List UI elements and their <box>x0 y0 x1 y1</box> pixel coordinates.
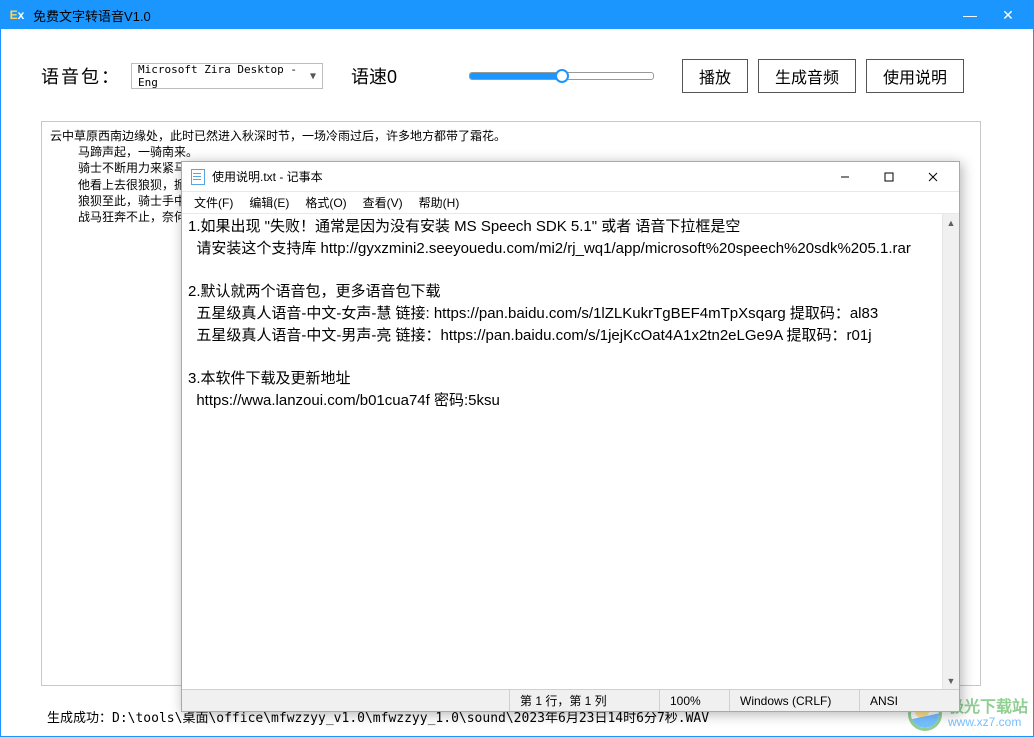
menu-view[interactable]: 查看(V) <box>355 192 411 213</box>
slider-thumb[interactable] <box>555 69 569 83</box>
status-zoom: 100% <box>659 690 729 711</box>
text-line: 马蹄声起，一骑南来。 <box>50 144 972 160</box>
scroll-up-arrow-icon[interactable]: ▲ <box>943 214 959 231</box>
voice-select[interactable]: Microsoft Zira Desktop - Eng ▼ <box>131 63 323 89</box>
notepad-window[interactable]: 使用说明.txt - 记事本 文件(F) 编辑(E) 格式(O) 查看(V) 帮… <box>181 161 960 712</box>
app-logo-icon: Ex <box>7 5 27 25</box>
notepad-title: 使用说明.txt - 记事本 <box>212 168 823 185</box>
main-titlebar[interactable]: Ex 免费文字转语音V1.0 — ✕ <box>1 1 1033 29</box>
menu-edit[interactable]: 编辑(E) <box>241 192 297 213</box>
notepad-maximize-button[interactable] <box>867 163 911 191</box>
notepad-menubar: 文件(F) 编辑(E) 格式(O) 查看(V) 帮助(H) <box>182 192 959 214</box>
generate-audio-button[interactable]: 生成音频 <box>758 59 856 93</box>
voice-select-value: Microsoft Zira Desktop - Eng <box>138 63 310 89</box>
minimize-button[interactable]: — <box>955 4 985 26</box>
notepad-vertical-scrollbar[interactable]: ▲ ▼ <box>942 214 959 689</box>
app-title: 免费文字转语音V1.0 <box>33 6 955 25</box>
speed-label: 语速0 <box>351 63 397 89</box>
menu-help[interactable]: 帮助(H) <box>411 192 468 213</box>
notepad-close-button[interactable] <box>911 163 955 191</box>
notepad-content[interactable]: 1.如果出现 "失败！通常是因为没有安装 MS Speech SDK 5.1" … <box>182 214 959 689</box>
dropdown-arrow-icon: ▼ <box>310 71 316 82</box>
usage-help-button[interactable]: 使用说明 <box>866 59 964 93</box>
notepad-titlebar[interactable]: 使用说明.txt - 记事本 <box>182 162 959 192</box>
status-line-ending: Windows (CRLF) <box>729 690 859 711</box>
scroll-down-arrow-icon[interactable]: ▼ <box>943 672 959 689</box>
watermark-url: www.xz7.com <box>948 716 1028 729</box>
notepad-icon <box>190 169 206 185</box>
menu-file[interactable]: 文件(F) <box>186 192 241 213</box>
notepad-minimize-button[interactable] <box>823 163 867 191</box>
notepad-statusbar: 第 1 行，第 1 列 100% Windows (CRLF) ANSI <box>182 689 959 711</box>
speed-slider[interactable] <box>469 72 654 80</box>
text-line: 云中草原西南边缘处，此时已然进入秋深时节，一场冷雨过后，许多地方都带了霜花。 <box>50 128 972 144</box>
play-button[interactable]: 播放 <box>682 59 748 93</box>
controls-row: 语音包： Microsoft Zira Desktop - Eng ▼ 语速0 … <box>41 59 993 93</box>
close-button[interactable]: ✕ <box>993 4 1023 26</box>
menu-format[interactable]: 格式(O) <box>297 192 354 213</box>
voice-pack-label: 语音包： <box>41 63 121 89</box>
status-encoding: ANSI <box>859 690 959 711</box>
status-cursor-position: 第 1 行，第 1 列 <box>509 690 659 711</box>
slider-fill <box>470 73 562 79</box>
